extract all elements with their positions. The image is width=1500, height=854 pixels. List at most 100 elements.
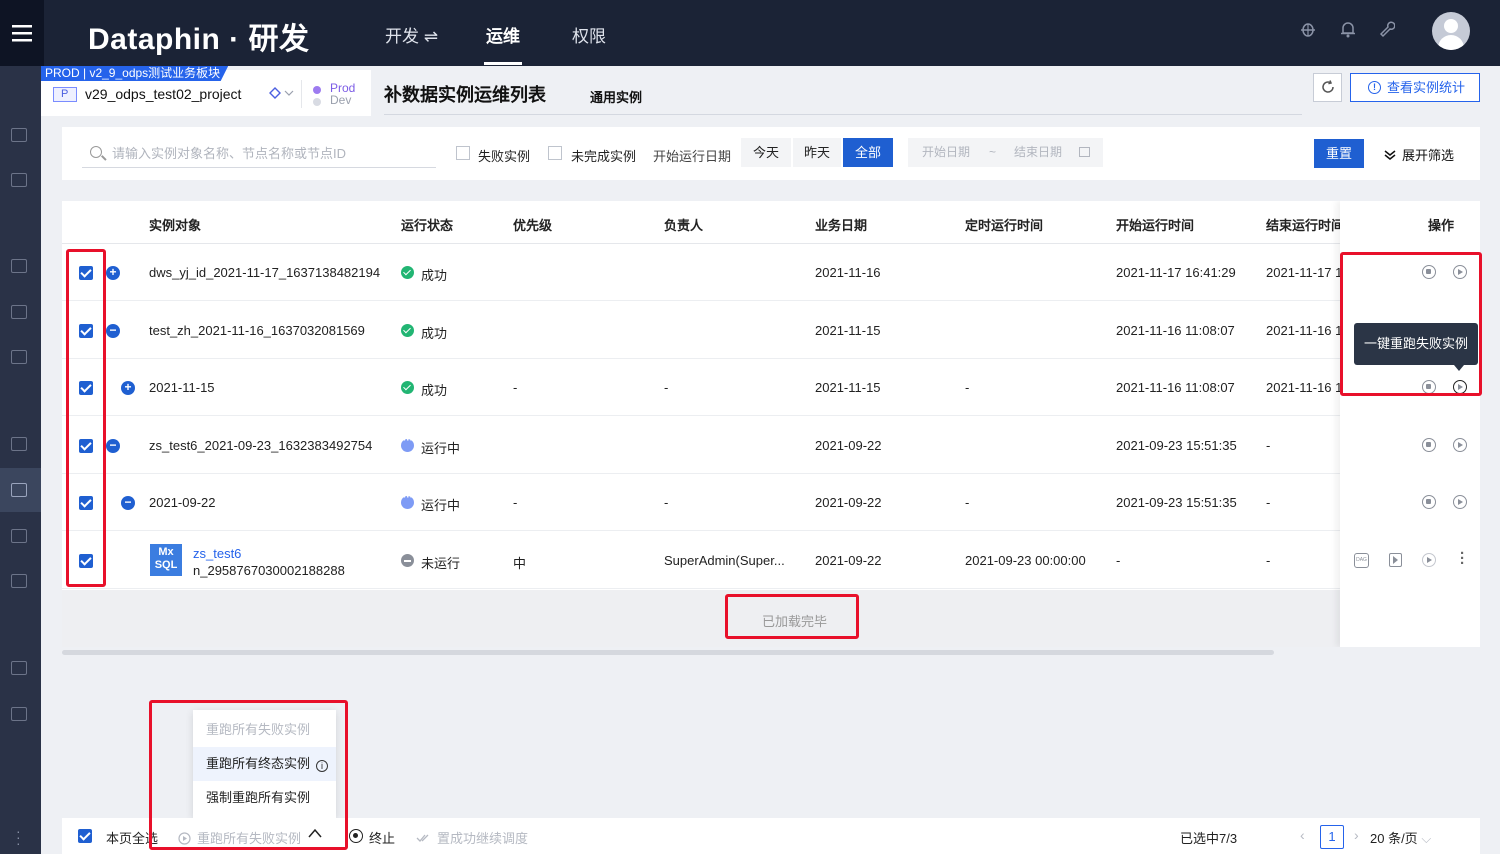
mxsql-badge-bottom: SQL — [154, 559, 178, 571]
not-run-icon — [401, 554, 414, 567]
unfinished-checkbox[interactable] — [548, 146, 562, 160]
rerun-icon[interactable] — [1453, 438, 1467, 452]
collapse-row-icon[interactable]: − — [106, 324, 120, 338]
brand-logo[interactable]: Dataphin · 研发 — [88, 14, 310, 58]
table-row[interactable]: Mx SQL zs_test6 n_2958767030002188288 未运行… — [62, 532, 1342, 589]
nav-permissions[interactable]: 权限 — [572, 22, 606, 47]
stop-icon — [349, 829, 363, 843]
user-avatar[interactable] — [1432, 12, 1470, 50]
stop-button[interactable]: 终止 — [369, 828, 395, 847]
title-divider — [384, 114, 1302, 115]
select-all-checkbox[interactable] — [78, 829, 92, 843]
expand-row-icon[interactable]: + — [106, 266, 120, 280]
node-name-link[interactable]: zs_test6 — [193, 546, 241, 561]
project-badge: P — [53, 87, 77, 102]
start-time: 2021-09-23 15:51:35 — [1116, 495, 1237, 510]
dag-icon[interactable]: DAG — [1354, 553, 1369, 568]
more-dots-icon[interactable]: · · · — [16, 824, 21, 850]
horizontal-scrollbar[interactable] — [62, 650, 1274, 655]
status-text: 运行中 — [421, 498, 461, 513]
collapse-row-icon[interactable]: − — [121, 496, 135, 510]
biz-date: 2021-11-15 — [815, 323, 881, 338]
left-sidebar — [0, 66, 41, 854]
env-dev-label[interactable]: Dev — [330, 93, 351, 107]
status-text: 成功 — [421, 383, 448, 398]
table-row[interactable]: − zs_test6_2021-09-23_1632383492754 运行中 … — [62, 417, 1342, 474]
seg-all[interactable]: 全部 — [843, 138, 893, 167]
col-biz-date: 业务日期 — [815, 218, 868, 233]
selected-count: 已选中7/3 — [1180, 831, 1238, 846]
sidebar-icon-storage[interactable] — [11, 707, 27, 721]
page-number[interactable]: 1 — [1320, 825, 1344, 849]
table-row[interactable]: − 2021-09-22 运行中 - - 2021-09-22 - 2021-0… — [62, 474, 1342, 531]
stop-icon[interactable] — [1422, 438, 1436, 452]
tools-icon[interactable] — [1375, 20, 1397, 42]
col-object: 实例对象 — [149, 218, 202, 233]
instance-name: test_zh_2021-11-16_1637032081569 — [149, 323, 365, 338]
priority: 中 — [513, 556, 527, 571]
col-status: 运行状态 — [401, 218, 454, 233]
rerun-icon[interactable] — [1453, 495, 1467, 509]
expand-row-icon[interactable]: + — [121, 381, 135, 395]
more-icon[interactable]: · · · — [1460, 546, 1465, 571]
table-row[interactable]: − test_zh_2021-11-16_1637032081569 成功 20… — [62, 302, 1342, 359]
sidebar-icon-archive[interactable] — [11, 529, 27, 543]
sidebar-icon-file[interactable] — [11, 350, 27, 364]
instance-table: 实例对象 运行状态 优先级 负责人 业务日期 定时运行时间 开始运行时间 结束运… — [62, 201, 1480, 647]
seg-today[interactable]: 今天 — [741, 138, 791, 167]
sidebar-icon-calendar[interactable] — [11, 437, 27, 451]
nav-develop[interactable]: 开发 ⇌ — [385, 22, 438, 47]
owner: - — [664, 495, 669, 510]
sidebar-icon-instance[interactable] — [11, 305, 27, 319]
start-time: 2021-09-23 15:51:35 — [1116, 438, 1237, 453]
sched-time: 2021-09-23 00:00:00 — [965, 553, 1086, 568]
col-priority: 优先级 — [513, 218, 553, 233]
owner: - — [664, 380, 669, 395]
collapse-row-icon[interactable]: − — [106, 439, 120, 453]
page-size-select[interactable]: 20 条/页 ⌵ — [1370, 828, 1431, 847]
col-owner: 负责人 — [664, 218, 704, 233]
prev-page-icon[interactable]: ‹ — [1300, 827, 1305, 843]
col-end-time: 结束运行时间 — [1266, 218, 1345, 233]
success-icon — [401, 266, 414, 279]
sidebar-icon-supplement[interactable] — [11, 483, 27, 497]
info-icon: ! — [1368, 81, 1381, 94]
next-page-icon[interactable]: › — [1354, 827, 1359, 843]
start-time: 2021-11-16 11:08:07 — [1116, 323, 1235, 338]
sidebar-icon-task[interactable] — [11, 259, 27, 273]
end-time: - — [1266, 553, 1271, 568]
switch-project-icon[interactable] — [269, 87, 295, 102]
menu-icon[interactable] — [0, 0, 44, 66]
run-icon[interactable] — [1389, 553, 1402, 567]
set-success-label: 置成功继续调度 — [437, 831, 529, 846]
failed-checkbox[interactable] — [456, 146, 470, 160]
tab-general-instances[interactable]: 通用实例 — [590, 87, 642, 106]
start-time: 2021-11-17 16:41:29 — [1116, 265, 1236, 280]
seg-yesterday[interactable]: 昨天 — [793, 138, 841, 167]
sidebar-icon-monitor[interactable] — [11, 128, 27, 142]
unfinished-label[interactable]: 未完成实例 — [571, 146, 636, 165]
nav-operations[interactable]: 运维 — [486, 22, 520, 47]
table-row[interactable]: + 2021-11-15 成功 - - 2021-11-15 - 2021-11… — [62, 359, 1342, 416]
status-text: 未运行 — [421, 556, 461, 571]
view-stats-button[interactable]: ! 查看实例统计 — [1350, 73, 1480, 102]
divider — [301, 80, 302, 108]
bell-icon[interactable] — [1337, 20, 1359, 42]
failed-label[interactable]: 失败实例 — [478, 146, 530, 165]
table-row[interactable]: + dws_yj_id_2021-11-17_1637138482194 成功 … — [62, 244, 1342, 301]
bug-icon[interactable] — [1297, 20, 1319, 42]
reset-button[interactable]: 重置 — [1314, 139, 1364, 168]
date-range-picker[interactable]: 开始日期 ~ 结束日期 — [908, 138, 1103, 167]
status-text: 成功 — [421, 268, 448, 283]
end-time: - — [1266, 495, 1271, 510]
expand-filter-button[interactable]: 展开筛选 — [1384, 145, 1454, 164]
refresh-button[interactable] — [1313, 73, 1342, 102]
set-success-button[interactable]: 置成功继续调度 — [416, 828, 528, 847]
stop-icon[interactable] — [1422, 495, 1436, 509]
double-check-icon — [416, 834, 429, 842]
search-input[interactable] — [112, 141, 432, 165]
sidebar-icon-database[interactable] — [11, 661, 27, 675]
owner: SuperAdmin(Super... — [664, 553, 785, 568]
sidebar-icon-chart[interactable] — [11, 574, 27, 588]
sidebar-icon-screen[interactable] — [11, 173, 27, 187]
